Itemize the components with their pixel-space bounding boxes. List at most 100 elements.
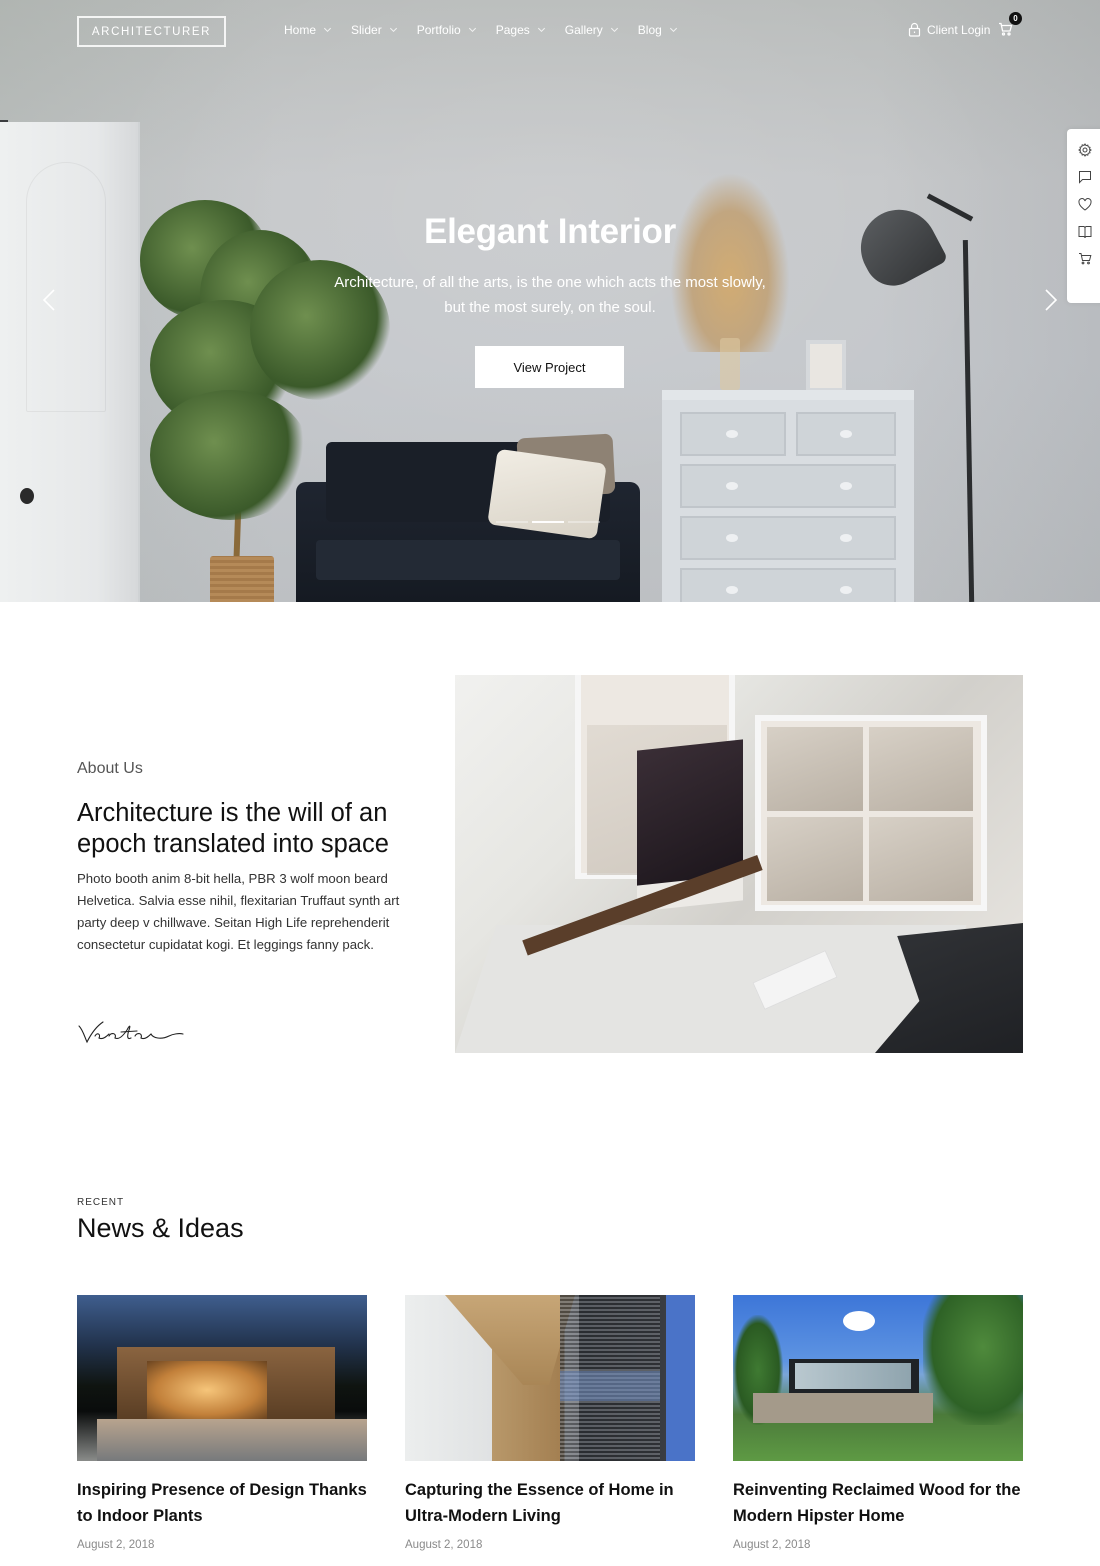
hero-scene-picture-frame xyxy=(806,340,846,392)
about-label: About Us xyxy=(77,760,143,777)
news-card[interactable]: Reinventing Reclaimed Wood for the Moder… xyxy=(733,1295,1023,1551)
news-card-image[interactable] xyxy=(77,1295,367,1461)
slider-next-button[interactable] xyxy=(1038,288,1062,312)
heart-icon xyxy=(1078,197,1092,211)
slider-prev-button[interactable] xyxy=(38,288,62,312)
cart-icon xyxy=(1079,252,1092,264)
about-section: About Us Architecture is the will of an … xyxy=(0,602,1100,1192)
view-project-button[interactable]: View Project xyxy=(475,346,624,388)
nav-item-home[interactable]: Home xyxy=(284,23,332,37)
dresser-handle xyxy=(840,586,852,594)
chevron-down-icon xyxy=(389,24,397,33)
about-text: Photo booth anim 8-bit hella, PBR 3 wolf… xyxy=(77,871,400,952)
nav-item-label: Slider xyxy=(351,23,382,37)
nav-item-label: Gallery xyxy=(564,23,603,37)
signature-image xyxy=(78,1021,184,1044)
dresser-handle xyxy=(840,534,852,542)
thumb-house-light xyxy=(147,1361,267,1419)
dresser-handle xyxy=(840,430,852,438)
hero-scene-plant-pot xyxy=(210,556,274,602)
dresser-handle xyxy=(726,430,738,438)
slider-page-1[interactable] xyxy=(496,521,528,523)
chevron-right-icon xyxy=(1045,289,1058,311)
nav-item-portfolio[interactable]: Portfolio xyxy=(416,23,476,37)
side-toolbar xyxy=(1067,129,1100,303)
hero-scene-dried-grass xyxy=(670,172,790,352)
nav-item-label: Portfolio xyxy=(416,23,461,37)
dresser-handle xyxy=(726,586,738,594)
news-card-title[interactable]: Inspiring Presence of Design Thanks to I… xyxy=(77,1477,367,1529)
news-card[interactable]: Inspiring Presence of Design Thanks to I… xyxy=(77,1295,367,1551)
comment-icon xyxy=(1079,171,1091,184)
door-panel xyxy=(26,162,106,412)
hero-subtitle: Architecture, of all the arts, is the on… xyxy=(334,274,766,316)
dresser-drawer xyxy=(680,464,896,508)
thumb-house-lower xyxy=(753,1393,933,1423)
window-pane xyxy=(869,727,973,811)
hero-scene-vase xyxy=(720,338,740,390)
news-card[interactable]: Capturing the Essence of Home in Ultra-M… xyxy=(405,1295,695,1551)
window-pane xyxy=(869,817,973,901)
chevron-down-icon xyxy=(323,24,332,33)
chevron-left-icon xyxy=(42,289,55,311)
side-docs-button[interactable] xyxy=(1077,223,1093,239)
news-section: RECENT News & Ideas Inspiring Presence o… xyxy=(0,1192,1100,1566)
dresser-drawer xyxy=(680,568,896,602)
thumb-balcony xyxy=(560,1371,660,1401)
chevron-down-icon xyxy=(669,24,677,33)
slider-page-2[interactable] xyxy=(532,521,564,523)
about-image xyxy=(455,675,1023,1053)
thumb-house-glass xyxy=(795,1363,911,1389)
dresser-drawer xyxy=(680,516,896,560)
news-card-title[interactable]: Reinventing Reclaimed Wood for the Moder… xyxy=(733,1477,1023,1529)
slider-pagination xyxy=(496,521,600,523)
thumb-trees xyxy=(923,1295,1023,1425)
chevron-down-icon xyxy=(537,24,545,33)
gear-icon xyxy=(1078,143,1092,157)
dresser-handle xyxy=(726,482,738,490)
window-pane xyxy=(767,817,863,901)
client-login-label: Client Login xyxy=(927,22,991,37)
cart-icon xyxy=(999,22,1013,36)
thumb-deck xyxy=(97,1419,367,1461)
door-knob xyxy=(20,488,34,504)
slider-page-3[interactable] xyxy=(568,521,600,523)
news-card-date: August 2, 2018 xyxy=(77,1539,155,1551)
thumb-cloud xyxy=(843,1311,875,1331)
side-settings-button[interactable] xyxy=(1077,142,1093,158)
side-comment-button[interactable] xyxy=(1077,169,1093,185)
lock-icon xyxy=(908,22,921,37)
signature xyxy=(77,1018,187,1053)
nav-item-label: Home xyxy=(284,23,317,37)
news-title: News & Ideas xyxy=(77,1213,244,1243)
cart-button[interactable] xyxy=(998,22,1013,41)
hero-slider: ARCHITECTURER Home Slider Portfolio Page… xyxy=(0,0,1100,602)
client-login-link[interactable]: Client Login xyxy=(908,22,990,37)
nav-item-label: Blog xyxy=(637,23,662,37)
chevron-down-icon xyxy=(468,24,476,33)
nav-item-pages[interactable]: Pages xyxy=(495,23,545,37)
news-card-title[interactable]: Capturing the Essence of Home in Ultra-M… xyxy=(405,1477,695,1529)
chevron-down-icon xyxy=(610,24,618,33)
side-favorite-button[interactable] xyxy=(1077,196,1093,212)
nav-item-slider[interactable]: Slider xyxy=(351,23,397,37)
nav-item-gallery[interactable]: Gallery xyxy=(564,23,618,37)
sofa-seat xyxy=(316,540,620,580)
news-card-image[interactable] xyxy=(733,1295,1023,1461)
hero-scene-dresser xyxy=(662,390,914,602)
window-pane xyxy=(767,727,863,811)
about-title: Architecture is the will of an epoch tra… xyxy=(77,799,389,858)
nav-item-label: Pages xyxy=(495,23,530,37)
hero-scene-door xyxy=(0,122,140,602)
dresser-handle xyxy=(840,482,852,490)
thumb-ceiling xyxy=(445,1295,575,1385)
main-nav: Home Slider Portfolio Pages Gallery Blog xyxy=(284,23,697,37)
dresser-handle xyxy=(726,534,738,542)
news-card-date: August 2, 2018 xyxy=(405,1539,483,1551)
site-logo[interactable]: ARCHITECTURER xyxy=(77,16,226,47)
cart-count-badge: 0 xyxy=(1009,12,1022,25)
side-shop-button[interactable] xyxy=(1077,250,1093,266)
news-card-image[interactable] xyxy=(405,1295,695,1461)
nav-item-blog[interactable]: Blog xyxy=(637,23,677,37)
news-card-date: August 2, 2018 xyxy=(733,1539,811,1551)
